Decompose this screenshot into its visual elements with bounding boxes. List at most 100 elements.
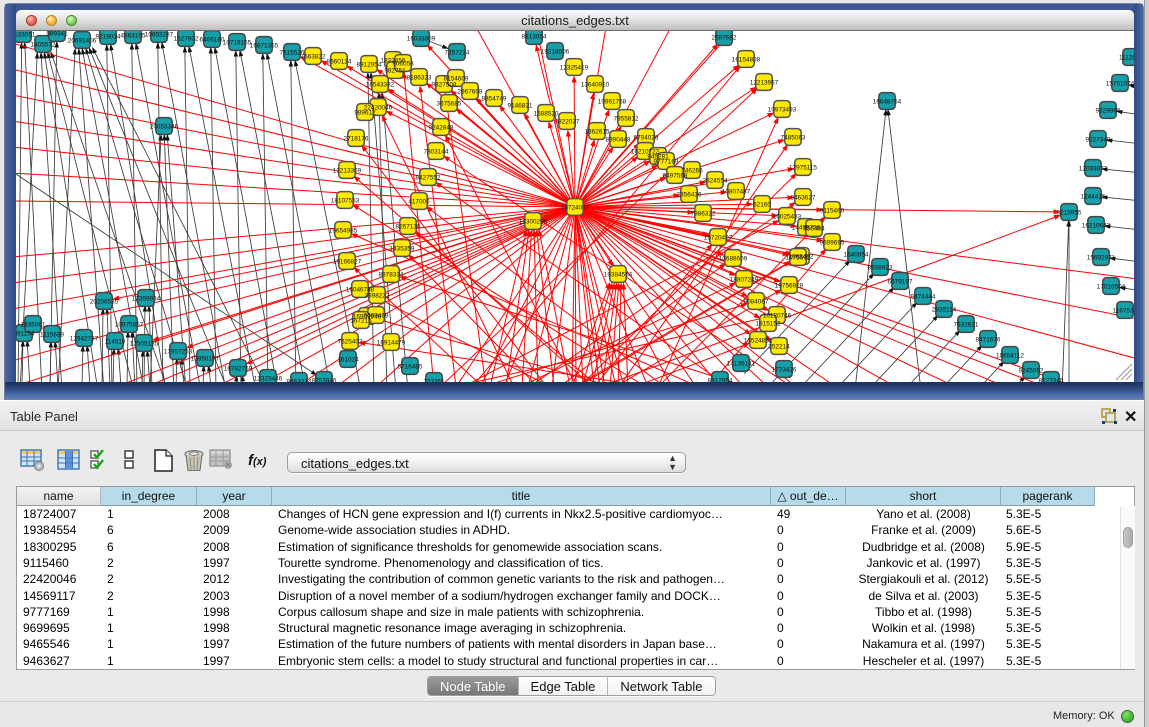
svg-text:1167534: 1167534 xyxy=(1113,307,1134,314)
svg-text:956484: 956484 xyxy=(803,225,825,232)
svg-text:7663822: 7663822 xyxy=(301,53,326,60)
svg-text:1975692: 1975692 xyxy=(786,254,811,261)
svg-text:1244415: 1244415 xyxy=(1081,193,1106,200)
svg-text:10973493: 10973493 xyxy=(768,106,797,113)
svg-text:9084067: 9084067 xyxy=(744,298,769,305)
svg-text:62160: 62160 xyxy=(753,201,771,208)
svg-text:8267130: 8267130 xyxy=(396,223,421,230)
svg-text:10688609: 10688609 xyxy=(719,255,748,262)
svg-text:16210643: 16210643 xyxy=(1082,222,1111,229)
svg-text:10653287: 10653287 xyxy=(145,31,174,38)
svg-text:16914479: 16914479 xyxy=(377,339,406,346)
svg-text:1835061: 1835061 xyxy=(21,321,46,328)
svg-text:19756928: 19756928 xyxy=(775,282,804,289)
svg-text:1115689: 1115689 xyxy=(40,331,64,338)
svg-text:1640954: 1640954 xyxy=(844,251,869,258)
svg-text:3698222: 3698222 xyxy=(365,292,390,299)
svg-text:772351: 772351 xyxy=(423,378,445,382)
svg-text:906058: 906058 xyxy=(392,60,414,67)
svg-text:9463627: 9463627 xyxy=(791,194,816,201)
svg-text:15751074: 15751074 xyxy=(1106,80,1134,87)
svg-text:7632621: 7632621 xyxy=(954,321,979,328)
svg-text:10958107: 10958107 xyxy=(191,355,220,362)
svg-text:16782759: 16782759 xyxy=(224,365,253,372)
svg-text:19166827: 19166827 xyxy=(333,258,362,265)
svg-text:8990448: 8990448 xyxy=(606,136,631,143)
svg-text:16648764: 16648764 xyxy=(873,98,902,105)
svg-text:989612: 989612 xyxy=(354,109,376,116)
svg-text:8127345: 8127345 xyxy=(1039,377,1064,382)
svg-text:12093872: 12093872 xyxy=(1079,165,1108,172)
svg-text:989341: 989341 xyxy=(46,31,68,37)
svg-text:746266: 746266 xyxy=(681,167,703,174)
svg-text:6679197: 6679197 xyxy=(888,278,913,285)
svg-text:982751: 982751 xyxy=(384,67,406,74)
svg-text:114519: 114519 xyxy=(105,338,126,345)
svg-text:8878334: 8878334 xyxy=(379,271,404,278)
svg-text:7803144: 7803144 xyxy=(424,148,449,155)
svg-text:10807487: 10807487 xyxy=(722,188,751,195)
svg-text:8822037: 8822037 xyxy=(555,118,580,125)
svg-text:15692971: 15692971 xyxy=(1087,254,1116,261)
svg-text:1588520: 1588520 xyxy=(534,110,559,117)
svg-text:19218506: 19218506 xyxy=(541,48,570,55)
svg-text:1527602: 1527602 xyxy=(174,35,199,42)
svg-text:20053346: 20053346 xyxy=(150,123,179,130)
svg-text:8215955: 8215955 xyxy=(1057,209,1082,216)
svg-text:9146821: 9146821 xyxy=(508,102,533,109)
svg-text:13640910: 13640910 xyxy=(581,81,610,88)
svg-text:8912954: 8912954 xyxy=(357,61,382,68)
svg-text:18300295: 18300295 xyxy=(519,218,548,225)
svg-text:10975857: 10975857 xyxy=(115,321,144,328)
svg-text:8427552: 8427552 xyxy=(416,174,441,181)
svg-text:16033809: 16033809 xyxy=(407,35,436,42)
svg-text:16671355: 16671355 xyxy=(250,42,279,49)
svg-text:9474444: 9474444 xyxy=(911,293,936,300)
svg-text:8854749: 8854749 xyxy=(482,95,507,102)
svg-text:1815152: 1815152 xyxy=(756,320,781,327)
svg-text:12213369: 12213369 xyxy=(333,167,362,174)
svg-text:6794028: 6794028 xyxy=(634,134,659,141)
svg-text:9245052: 9245052 xyxy=(1019,367,1044,374)
svg-text:18107553: 18107553 xyxy=(331,197,360,204)
svg-text:12323446: 12323446 xyxy=(254,375,283,382)
svg-text:161024: 161024 xyxy=(337,356,359,363)
svg-text:8660124: 8660124 xyxy=(327,58,352,65)
svg-text:6466160: 6466160 xyxy=(200,36,225,43)
svg-text:7955812: 7955812 xyxy=(614,115,639,122)
svg-text:1733426: 1733426 xyxy=(772,366,797,373)
svg-text:18807249: 18807249 xyxy=(730,276,759,283)
svg-text:252214: 252214 xyxy=(768,343,790,350)
svg-text:7357224: 7357224 xyxy=(445,49,470,56)
svg-text:9219034: 9219034 xyxy=(96,33,121,40)
svg-text:10654112: 10654112 xyxy=(996,352,1024,359)
svg-text:3624554: 3624554 xyxy=(703,177,728,184)
svg-text:12505135: 12505135 xyxy=(130,340,159,347)
svg-text:18724007: 18724007 xyxy=(561,204,590,211)
svg-text:16154808: 16154808 xyxy=(732,56,761,63)
svg-text:20206535: 20206535 xyxy=(90,298,119,305)
svg-text:12975115: 12975115 xyxy=(789,164,817,171)
svg-text:8133051: 8133051 xyxy=(16,31,36,38)
svg-text:7625402: 7625402 xyxy=(338,338,363,345)
svg-text:2935114: 2935114 xyxy=(932,306,957,313)
svg-text:8813054: 8813054 xyxy=(522,33,547,40)
svg-text:1112854: 1112854 xyxy=(1119,54,1134,61)
svg-text:8186323: 8186323 xyxy=(407,74,432,81)
svg-text:10719155: 10719155 xyxy=(223,39,252,46)
svg-text:15720407: 15720407 xyxy=(704,234,733,241)
svg-text:8154609: 8154609 xyxy=(444,75,469,82)
svg-text:1405572: 1405572 xyxy=(31,41,56,48)
svg-text:2356436: 2356436 xyxy=(677,191,702,198)
svg-text:7986322: 7986322 xyxy=(691,210,716,217)
svg-text:9699695: 9699695 xyxy=(820,239,845,246)
svg-text:2718176: 2718176 xyxy=(344,135,369,142)
svg-text:9777169: 9777169 xyxy=(654,158,679,165)
svg-text:16543382: 16543382 xyxy=(366,81,395,88)
svg-text:12325419: 12325419 xyxy=(560,64,589,71)
svg-text:1435359: 1435359 xyxy=(390,245,415,252)
svg-text:19384554: 19384554 xyxy=(604,271,633,278)
svg-text:10961758: 10961758 xyxy=(598,98,627,105)
svg-text:8938923: 8938923 xyxy=(868,264,893,271)
svg-text:9463214: 9463214 xyxy=(287,378,312,382)
